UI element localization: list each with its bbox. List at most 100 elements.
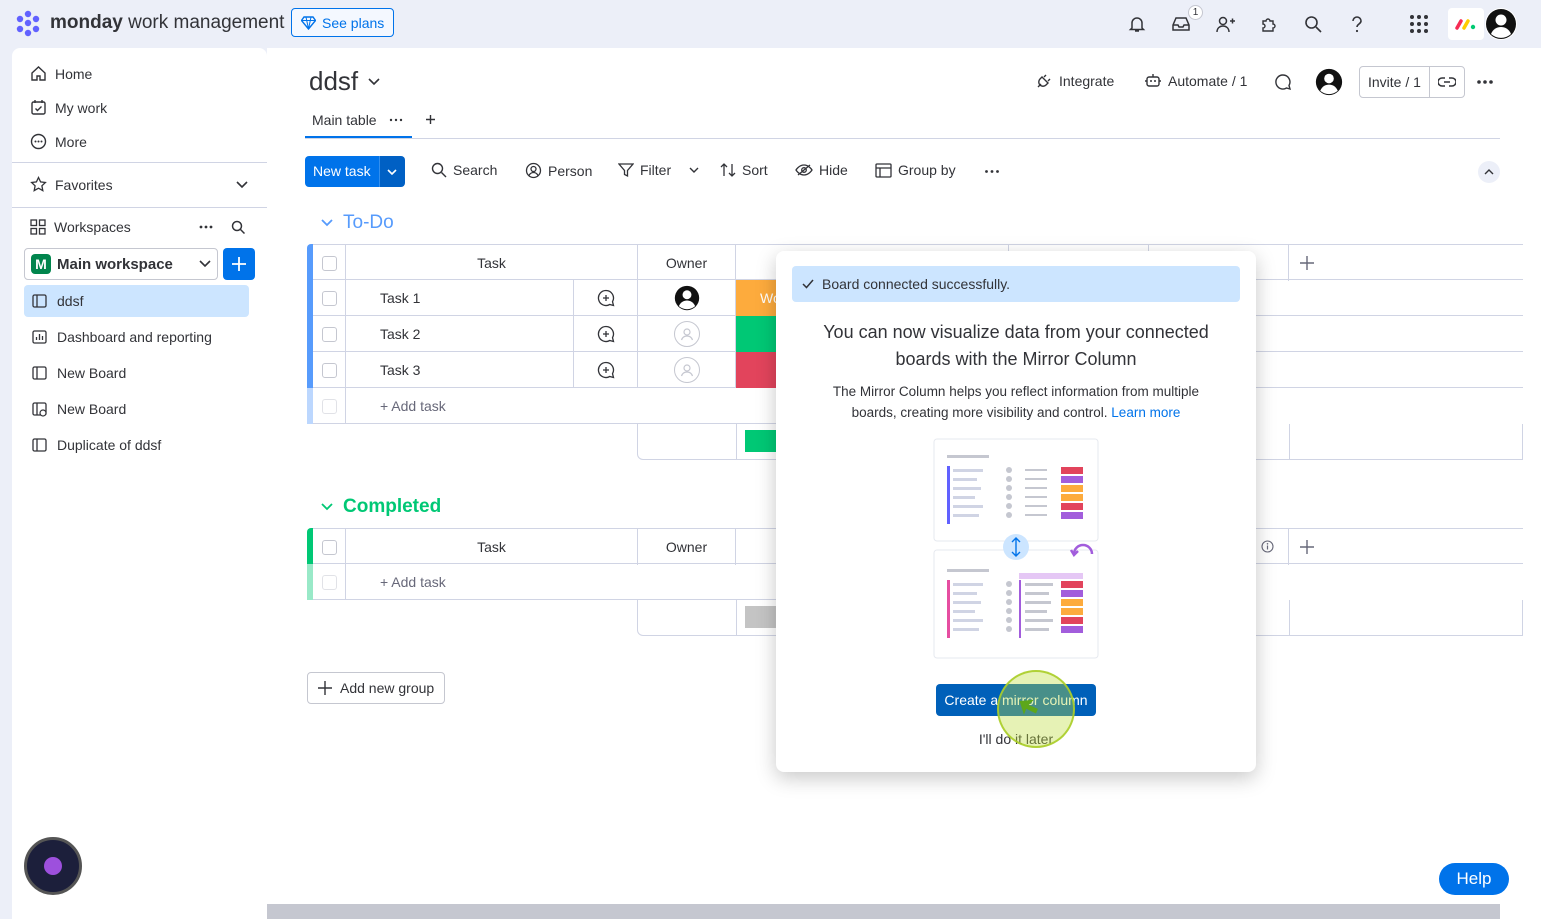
row-select-cell[interactable] xyxy=(313,316,346,352)
filter-tool[interactable]: Filter xyxy=(618,162,699,178)
chevron-down-icon[interactable] xyxy=(689,167,699,173)
board-menu-icon[interactable] xyxy=(1476,79,1494,85)
status-cell[interactable] xyxy=(736,316,776,352)
search-icon[interactable] xyxy=(1301,12,1325,36)
new-task-dropdown[interactable] xyxy=(378,156,405,187)
add-view-icon[interactable] xyxy=(425,114,436,125)
board-icon xyxy=(32,438,47,452)
row-select-cell xyxy=(313,388,346,424)
chevron-down-icon xyxy=(236,180,248,188)
monday-products-icon[interactable] xyxy=(1448,8,1484,40)
sidebar-board-new-board[interactable]: New Board xyxy=(24,357,249,389)
add-task-input[interactable]: + Add task xyxy=(346,564,776,600)
task-name-cell[interactable]: Task 1 xyxy=(346,280,573,316)
owner-cell[interactable] xyxy=(638,316,736,352)
board-owner-avatar[interactable] xyxy=(1315,68,1343,96)
row-select-cell[interactable] xyxy=(313,280,346,316)
help-question-icon[interactable] xyxy=(1345,12,1369,36)
group-header-completed[interactable]: Completed xyxy=(321,496,441,518)
column-header-task[interactable]: Task xyxy=(346,245,638,281)
tab-menu-icon[interactable] xyxy=(389,118,403,122)
nav-home[interactable]: Home xyxy=(30,65,92,82)
board-title-text: ddsf xyxy=(309,66,359,96)
app-grid-icon[interactable] xyxy=(1407,12,1431,36)
user-avatar[interactable] xyxy=(1485,8,1517,40)
sidebar-divider xyxy=(12,162,267,163)
monday-logo[interactable]: monday work management xyxy=(14,9,284,37)
workspaces-search-icon[interactable] xyxy=(231,220,245,234)
status-cell[interactable]: Wo xyxy=(736,280,781,316)
sidebar-board-dashboard[interactable]: Dashboard and reporting xyxy=(24,321,249,353)
checkbox[interactable] xyxy=(321,255,337,271)
sidebar-board-new-board-shared[interactable]: New Board xyxy=(24,393,249,425)
sidebar-board-ddsf[interactable]: ddsf xyxy=(24,285,249,317)
add-task-row[interactable]: + Add task xyxy=(313,388,776,424)
add-new-group-button[interactable]: Add new group xyxy=(307,672,446,704)
see-plans-button[interactable]: See plans xyxy=(291,8,395,37)
help-button[interactable]: Help xyxy=(1439,863,1509,895)
add-update-icon[interactable] xyxy=(573,316,638,352)
search-tool[interactable]: Search xyxy=(431,162,497,178)
checkbox[interactable] xyxy=(321,539,337,555)
info-icon[interactable] xyxy=(1261,540,1274,553)
board-updates-icon[interactable] xyxy=(1274,73,1292,91)
add-update-icon[interactable] xyxy=(573,280,638,316)
apps-puzzle-icon[interactable] xyxy=(1257,12,1281,36)
integrate-button[interactable]: Integrate xyxy=(1035,72,1114,90)
chevron-down-icon xyxy=(368,77,380,85)
add-column-icon[interactable] xyxy=(1300,540,1314,554)
board-title[interactable]: ddsf xyxy=(309,66,380,97)
person-filter[interactable]: Person xyxy=(525,162,592,179)
nav-my-work[interactable]: My work xyxy=(30,99,107,116)
tab-main-table[interactable]: Main table xyxy=(312,112,403,128)
sort-tool[interactable]: Sort xyxy=(720,162,768,178)
add-update-icon[interactable] xyxy=(573,352,638,388)
notifications-bell-icon[interactable] xyxy=(1125,12,1149,36)
add-item-button[interactable] xyxy=(223,248,255,280)
task-name-cell[interactable]: Task 3 xyxy=(346,352,573,388)
toast-message: Board connected successfully. xyxy=(822,276,1011,292)
favorites-section[interactable]: Favorites xyxy=(30,176,248,193)
invite-member-icon[interactable] xyxy=(1213,12,1237,36)
add-column-icon[interactable] xyxy=(1300,256,1314,270)
check-icon xyxy=(802,279,814,289)
checkbox[interactable] xyxy=(321,326,337,342)
sidebar-board-duplicate[interactable]: Duplicate of ddsf xyxy=(24,429,249,461)
automate-button[interactable]: Automate / 1 xyxy=(1144,72,1247,90)
copy-link-icon[interactable] xyxy=(1430,77,1464,87)
column-header-owner[interactable]: Owner xyxy=(638,529,736,565)
invite-label: Invite / 1 xyxy=(1360,67,1430,97)
add-task-input[interactable]: + Add task xyxy=(346,388,776,424)
status-cell[interactable] xyxy=(736,352,776,388)
nav-more[interactable]: More xyxy=(30,133,87,150)
select-all-cell[interactable] xyxy=(313,529,346,565)
workspaces-more-icon[interactable] xyxy=(198,224,214,230)
chevron-down-icon xyxy=(387,168,397,175)
sidebar-divider xyxy=(12,207,267,208)
group-header-todo[interactable]: To-Do xyxy=(321,212,394,234)
task-name-cell[interactable]: Task 2 xyxy=(346,316,573,352)
collapse-header-button[interactable] xyxy=(1478,161,1500,183)
home-icon xyxy=(31,66,46,81)
invite-button[interactable]: Invite / 1 xyxy=(1359,66,1465,98)
ai-assistant-button[interactable] xyxy=(24,837,82,895)
hide-tool[interactable]: Hide xyxy=(795,162,848,178)
column-header-task[interactable]: Task xyxy=(346,529,638,565)
checkbox[interactable] xyxy=(321,290,337,306)
add-task-row[interactable]: + Add task xyxy=(313,564,776,600)
workspace-selector[interactable]: M Main workspace xyxy=(24,248,218,280)
row-select-cell[interactable] xyxy=(313,352,346,388)
owner-cell[interactable] xyxy=(638,280,736,316)
favorites-label: Favorites xyxy=(55,176,113,193)
new-task-button[interactable]: New task xyxy=(305,156,405,187)
toolbar-more-icon[interactable] xyxy=(984,169,1000,174)
column-header-owner[interactable]: Owner xyxy=(638,245,736,281)
checkbox[interactable] xyxy=(321,362,337,378)
owner-cell[interactable] xyxy=(638,352,736,388)
learn-more-link[interactable]: Learn more xyxy=(1111,405,1180,420)
select-all-cell[interactable] xyxy=(313,245,346,281)
robot-icon xyxy=(1145,74,1161,87)
chevron-up-icon xyxy=(1484,169,1494,175)
group-by-tool[interactable]: Group by xyxy=(875,162,956,178)
horizontal-scrollbar[interactable] xyxy=(267,904,1500,919)
